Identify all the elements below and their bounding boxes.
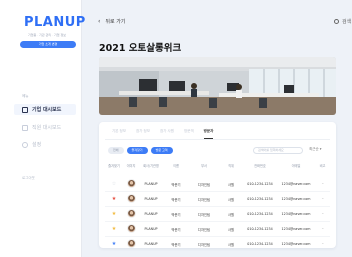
cell-phone: 010-1234-1234 <box>247 197 273 201</box>
chip-favorites[interactable]: 즐겨찾기 <box>126 147 148 154</box>
cell-email: 1234@naver.com <box>281 182 311 186</box>
col-email: 이메일 <box>291 164 301 168</box>
star-icon[interactable]: ★ <box>112 196 116 202</box>
cell-department: 디자인팀 <box>197 182 211 187</box>
avatar <box>126 239 136 248</box>
event-hero-image <box>99 57 336 115</box>
cell-name: 박준기 <box>171 182 181 187</box>
company-edit-button[interactable]: 기업 소개 변경 <box>20 41 76 48</box>
cell-company: PLANUP <box>144 182 158 186</box>
cell-email: 1234@naver.com <box>281 212 311 216</box>
sidebar: PLANUP 기업용 · 기관 관리 · 기업 정보 기업 소개 변경 메뉴 기… <box>0 0 85 257</box>
menu-section-label: 메뉴 <box>22 94 29 98</box>
cell-name: 박준기 <box>171 227 181 232</box>
cell-department: 디자인팀 <box>197 197 211 202</box>
sidebar-item-label: 설정 <box>32 142 42 148</box>
cell-name: 박준기 <box>171 197 181 202</box>
col-image: 이미지 <box>126 164 136 168</box>
tab-participation-info[interactable]: 참가 정보 <box>136 129 150 139</box>
brand-logo[interactable]: PLANUP <box>24 15 86 30</box>
sidebar-item-company-dashboard[interactable]: 기업 대시보드 <box>14 104 76 115</box>
tab-basic-info[interactable]: 기본 정보 <box>112 129 126 139</box>
more-options-icon[interactable]: ··· <box>315 227 330 231</box>
star-icon[interactable]: ★ <box>112 226 116 232</box>
cell-name: 박준기 <box>171 242 181 247</box>
cell-phone: 010-1234-1234 <box>247 242 273 246</box>
cell-company: PLANUP <box>144 197 158 201</box>
col-favorite: 즐겨찾기 <box>108 164 120 168</box>
cell-company: PLANUP <box>144 227 158 231</box>
table-row[interactable]: ★ PLANUP 박준기 디자인팀 사원 010-1234-1234 1234@naver.… <box>105 237 330 251</box>
back-label: 뒤로 가기 <box>105 19 126 25</box>
cell-email: 1234@naver.com <box>281 242 311 246</box>
tab-visitors[interactable]: 방문객 <box>184 129 194 139</box>
star-icon[interactable]: ☆ <box>112 181 116 187</box>
cell-department: 디자인팀 <box>197 242 211 247</box>
cell-department: 디자인팀 <box>197 212 211 217</box>
cell-company: PLANUP <box>144 242 158 246</box>
gear-icon <box>22 141 28 148</box>
col-position: 직위 <box>228 164 234 168</box>
table-header: 즐겨찾기 이미지 회사/기관명 이름 부서 직위 전화번호 이메일 비고 <box>105 163 330 171</box>
back-button[interactable]: ‹ 뒤로 가기 <box>98 18 125 25</box>
more-options-icon[interactable]: ··· <box>315 182 330 186</box>
col-phone: 전화번호 <box>254 164 266 168</box>
cell-phone: 010-1234-1234 <box>247 227 273 231</box>
more-options-icon[interactable]: ··· <box>315 242 330 246</box>
cell-phone: 010-1234-1234 <box>247 182 273 186</box>
tab-divider <box>105 139 330 140</box>
star-icon[interactable]: ★ <box>112 211 116 217</box>
col-note: 비고 <box>319 164 326 168</box>
sidebar-item-employee-dashboard[interactable]: 직원 대시보드 <box>22 124 61 131</box>
col-company: 회사/기관명 <box>143 164 159 168</box>
brand-subtitle: 기업용 · 기관 관리 · 기업 정보 <box>28 33 66 37</box>
table-row[interactable]: ★ PLANUP 박준기 디자인팀 사원 010-1234-1234 1234@naver.… <box>105 192 330 206</box>
chip-visitor[interactable]: 방문 고객 <box>150 147 173 154</box>
tab-participating-staff[interactable]: 참가 사원 <box>160 129 174 139</box>
page-title: 2021 오토살롱위크 <box>99 43 182 54</box>
chip-all[interactable]: 전체 <box>108 147 124 154</box>
cell-position: 사원 <box>227 242 235 247</box>
table-row[interactable]: ☆ PLANUP 박준기 디자인팀 사원 010-1234-1234 1234@naver.… <box>105 177 330 191</box>
search-label: 검색 <box>342 19 352 25</box>
avatar <box>126 194 136 203</box>
sidebar-item-settings[interactable]: 설정 <box>22 141 41 148</box>
sidebar-item-label: 기업 대시보드 <box>32 107 62 113</box>
cell-phone: 010-1234-1234 <box>247 212 273 216</box>
search-button[interactable]: 검색 <box>334 18 351 25</box>
avatar <box>126 224 136 233</box>
filter-chips: 전체 즐겨찾기 방문 고객 <box>108 147 176 154</box>
table-row[interactable]: ★ PLANUP 박준기 디자인팀 사원 010-1234-1234 1234@naver.… <box>105 207 330 221</box>
cell-name: 박준기 <box>171 212 181 217</box>
cell-email: 1234@naver.com <box>281 227 311 231</box>
cell-email: 1234@naver.com <box>281 197 311 201</box>
star-icon[interactable]: ★ <box>112 241 116 247</box>
col-name: 이름 <box>173 164 179 168</box>
cell-department: 디자인팀 <box>197 227 211 232</box>
logout-link[interactable]: 로그아웃 <box>22 176 35 181</box>
more-options-icon[interactable]: ··· <box>315 197 330 201</box>
cell-position: 사원 <box>227 227 235 232</box>
cell-position: 사원 <box>227 212 235 217</box>
sidebar-item-label: 직원 대시보드 <box>32 125 62 131</box>
cell-position: 사원 <box>227 182 235 187</box>
chevron-left-icon: ‹ <box>98 18 101 25</box>
more-options-icon[interactable]: ··· <box>315 212 330 216</box>
cell-position: 사원 <box>227 197 235 202</box>
sort-select[interactable]: 최근순 ▾ <box>309 147 322 152</box>
search-icon <box>334 19 339 24</box>
avatar <box>126 209 136 218</box>
dashboard-icon <box>22 106 28 113</box>
col-department: 부서 <box>201 164 207 168</box>
table-search-input[interactable]: 검색어를 입력하세요 <box>253 147 303 154</box>
cell-company: PLANUP <box>144 212 158 216</box>
users-icon <box>22 124 28 131</box>
table-row[interactable]: ★ PLANUP 박준기 디자인팀 사원 010-1234-1234 1234@naver.… <box>105 222 330 236</box>
avatar <box>126 179 136 188</box>
tab-bar: 기본 정보 참가 정보 참가 사원 방문객 방문자 <box>112 129 223 139</box>
tab-guests[interactable]: 방문자 <box>203 129 214 139</box>
